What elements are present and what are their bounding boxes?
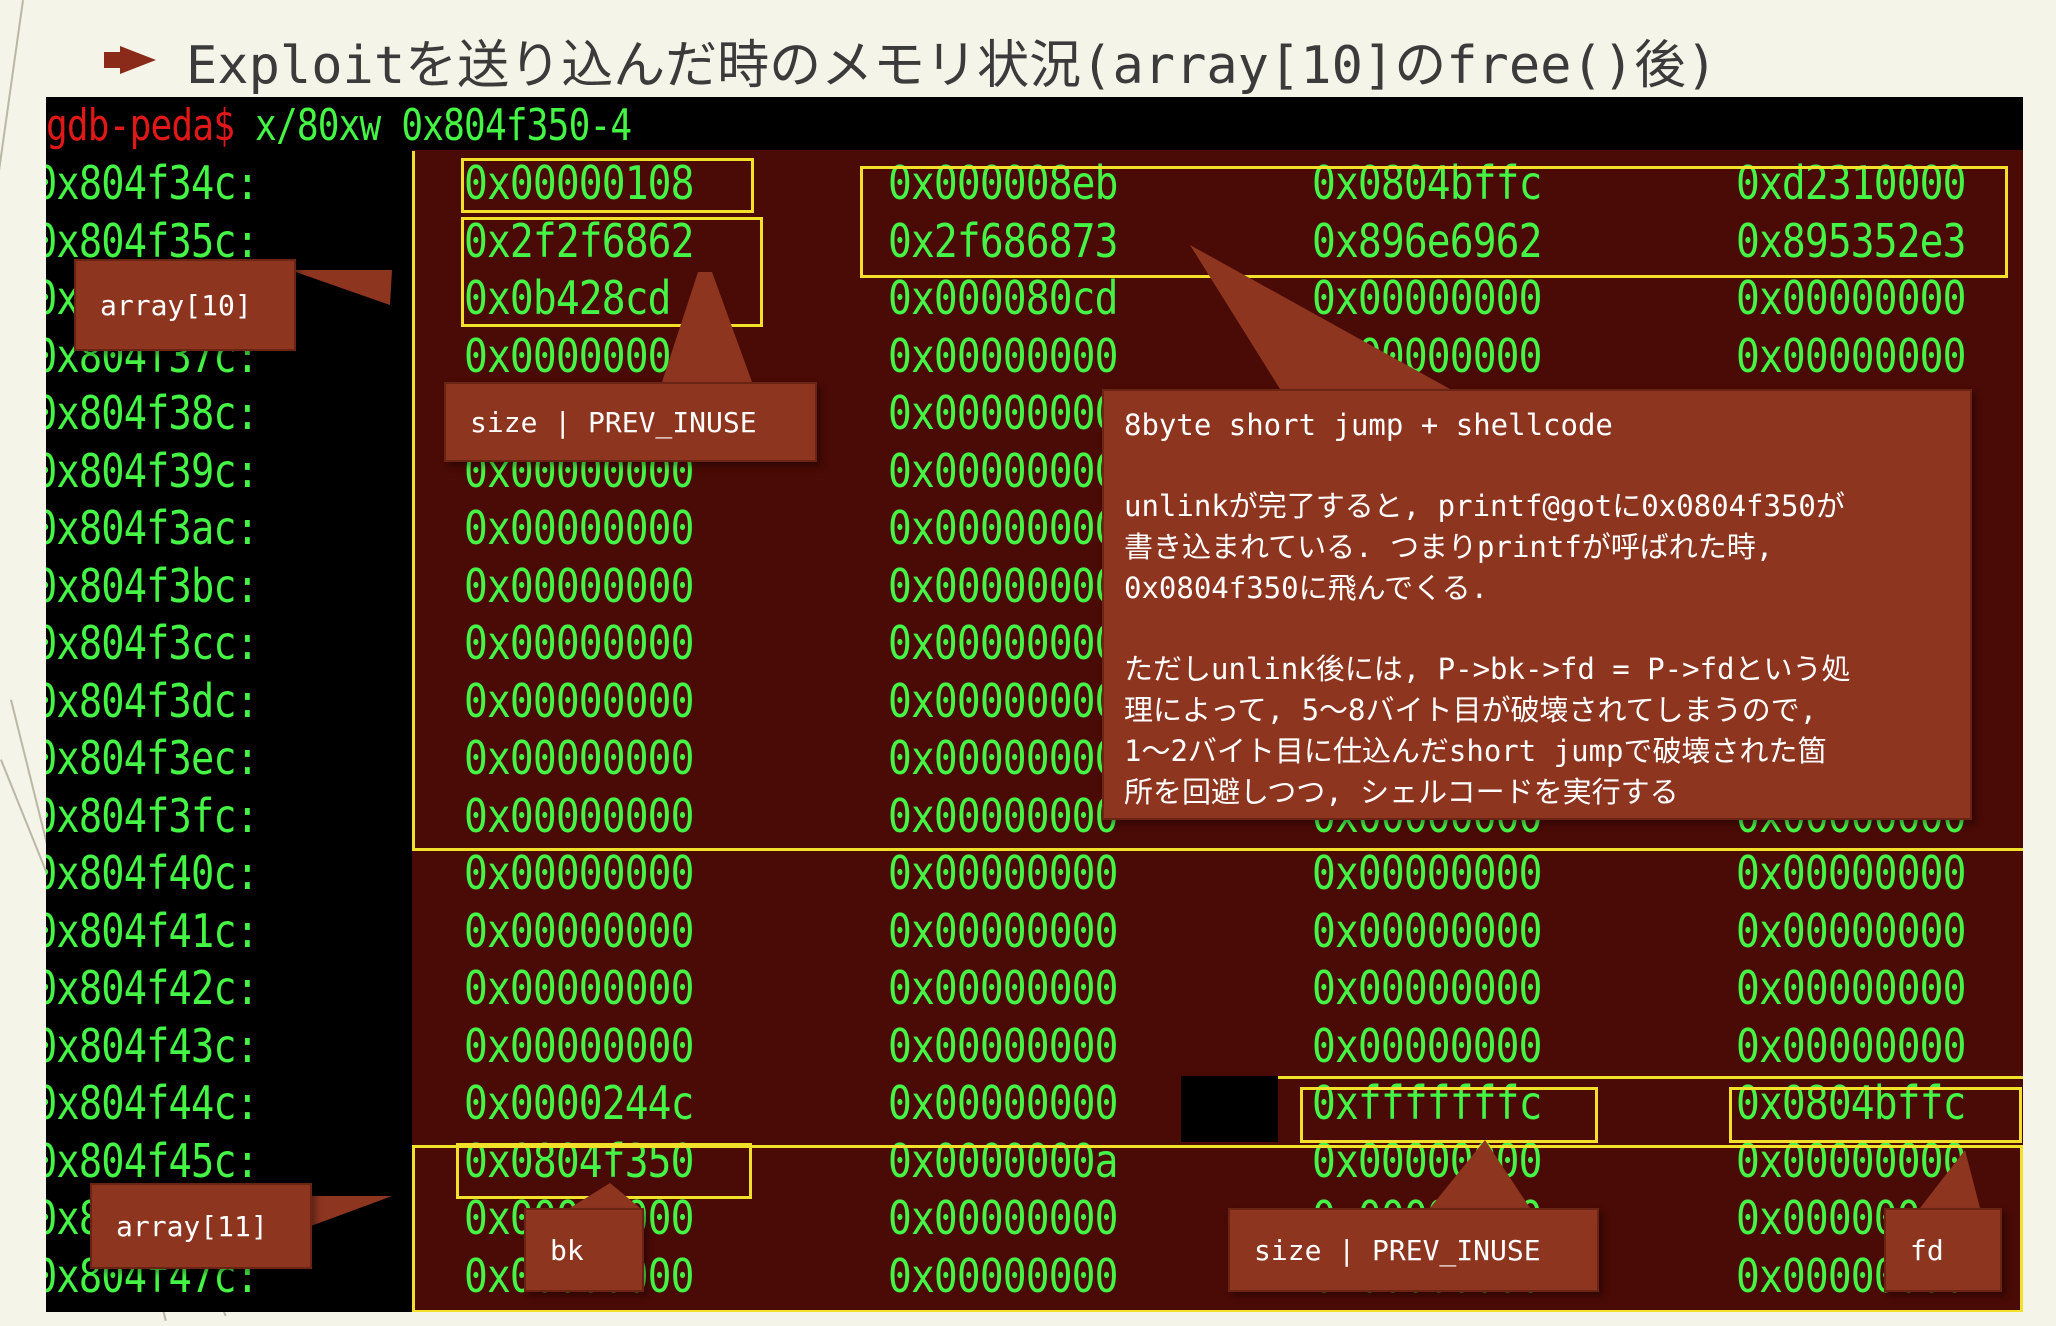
memory-word: 0x00000000 — [888, 1018, 1118, 1073]
memory-row: 0x00000000 0x00000000 0x00000000 0x00000000 — [46, 845, 2023, 903]
explanation-line: 0x0804f350に飛んでくる. — [1124, 571, 1489, 605]
callout-fd: fd — [1884, 1208, 2002, 1292]
explanation-heading: 8byte short jump + shellcode — [1124, 408, 1613, 442]
explanation-line: 書き込まれている. つまりprintfが呼ばれた時, — [1124, 530, 1774, 564]
shellcode-outline — [461, 217, 763, 327]
memory-row: 0x00000000 0x00000000 0x00000000 0x00000000 — [46, 903, 2023, 961]
memory-word: 0x00000000 — [1312, 1018, 1542, 1073]
memory-word: 0x00000000 — [1736, 903, 1966, 958]
callout-size-prev-inuse-2: size | PREV_INUSE — [1228, 1208, 1599, 1292]
shellcode-outline-right — [860, 166, 2008, 278]
memory-word: 0x00000000 — [888, 1076, 1118, 1130]
slide-title: Exploitを送り込んだ時のメモリ状況(array[10]のfree()後) — [104, 20, 1718, 100]
memory-word: 0x00000000 — [1736, 961, 1966, 1015]
callout-array10: array[10] — [74, 259, 296, 351]
memory-word: 0x0000244c — [464, 1076, 694, 1130]
memory-row: 0x00000000 0x00000000 0x00000000 0x00000000 — [46, 960, 2023, 1018]
gdb-prompt: gdb-peda$ — [46, 100, 235, 151]
arrow-bullet-icon — [104, 46, 156, 74]
memory-word: 0x00000000 — [464, 961, 694, 1015]
fake-size-outline — [1300, 1087, 1598, 1143]
callout-array11: array[11] — [90, 1183, 312, 1269]
bk-cell-outline — [456, 1143, 752, 1199]
memory-word: 0x00000000 — [888, 903, 1118, 958]
memory-word: 0x00000000 — [888, 961, 1118, 1015]
memory-word: 0x00000000 — [464, 1018, 694, 1073]
memory-word: 0x00000000 — [1312, 961, 1542, 1015]
slide-title-text: Exploitを送り込んだ時のメモリ状況(array[10]のfree()後) — [186, 35, 1718, 96]
memory-word: 0x00000000 — [1312, 846, 1542, 900]
memory-word: 0x00000000 — [1312, 903, 1542, 958]
fd-cell-outline — [1729, 1087, 2022, 1143]
explanation-line: unlinkが完了すると, printf@gotに0x0804f350が — [1124, 489, 1845, 523]
decorative-line — [0, 0, 24, 1314]
explanation-line: ただしunlink後には, P->bk->fd = P->fdという処 — [1124, 652, 1851, 686]
memory-word: 0x00000000 — [464, 903, 694, 958]
memory-word: 0x00000000 — [464, 846, 694, 900]
memory-word: 0x00000000 — [1736, 1018, 1966, 1073]
gdb-prompt-line: gdb-peda$ x/80xw 0x804f350-4 — [46, 97, 632, 155]
callout-bk: bk — [524, 1208, 644, 1292]
explanation-line: 所を回避しつつ, シェルコードを実行する — [1124, 775, 1679, 809]
gdb-command: x/80xw 0x804f350-4 — [255, 100, 632, 151]
fake-chunk-gap — [1181, 1076, 1278, 1142]
size-cell-outline — [461, 158, 754, 213]
callout-size-prev-inuse-1: size | PREV_INUSE — [444, 382, 817, 462]
memory-word: 0x00000000 — [1736, 846, 1966, 900]
explanation-line: 理によって, 5～8バイト目が破壊されてしまうので, — [1124, 693, 1818, 727]
explanation-line: 1～2バイト目に仕込んだshort jumpで破壊された箇 — [1124, 734, 1827, 768]
memory-word: 0x00000000 — [888, 846, 1118, 900]
memory-row: 0x00000000 0x00000000 0x00000000 0x00000000 — [46, 1018, 2023, 1076]
explanation-box: 8byte short jump + shellcode unlinkが完了する… — [1102, 389, 1972, 820]
